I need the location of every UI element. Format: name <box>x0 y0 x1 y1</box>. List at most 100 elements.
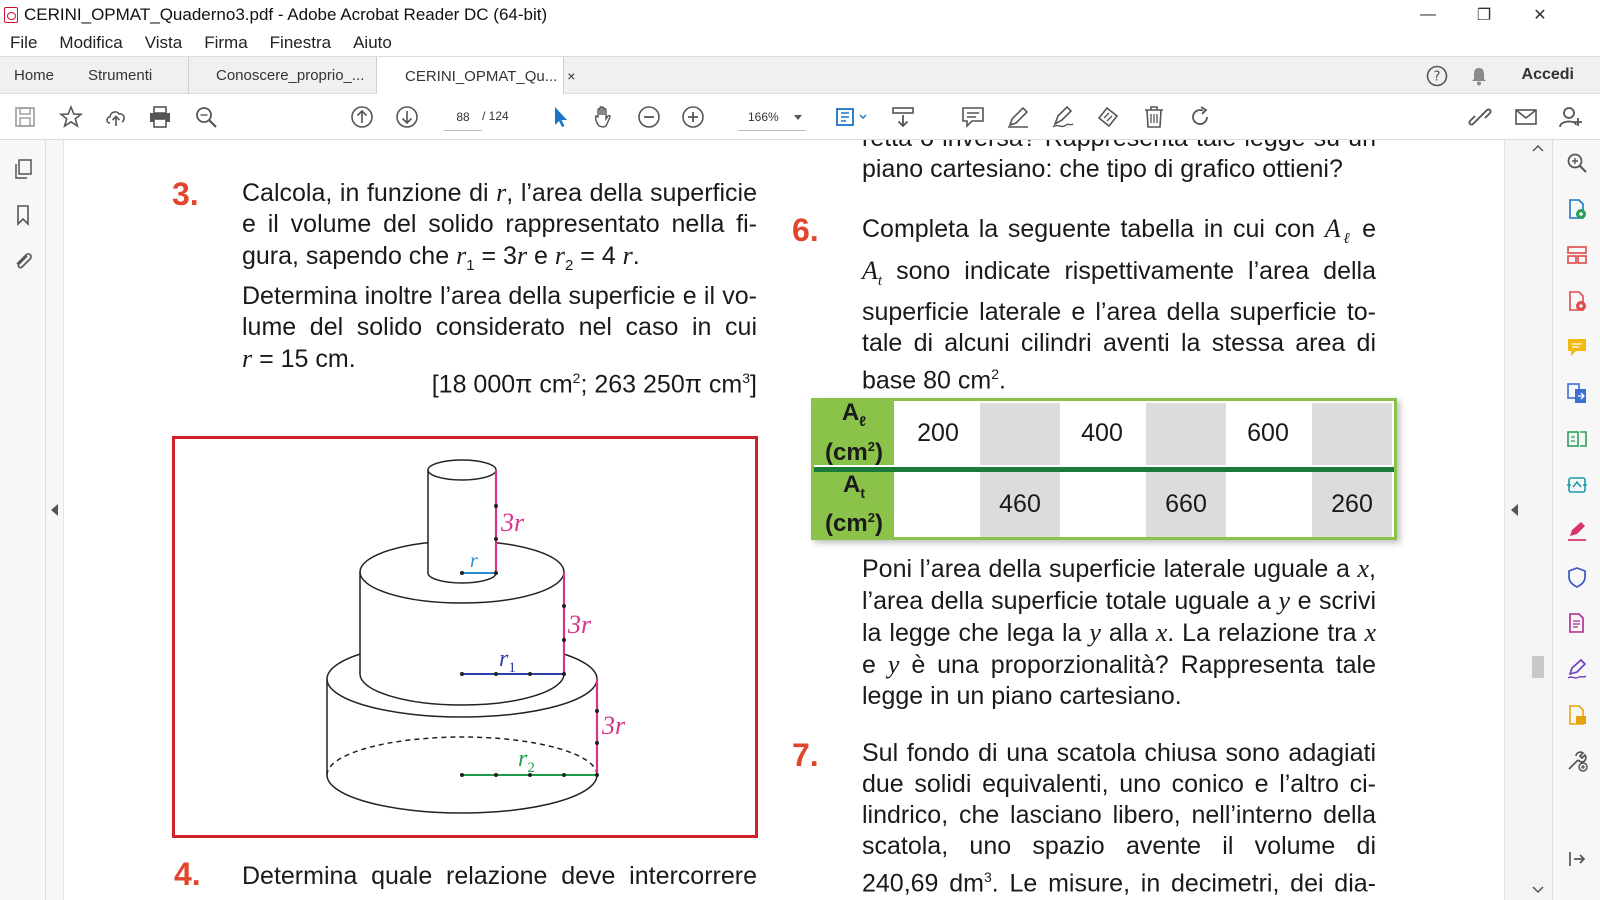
notifications-bell-icon[interactable] <box>1468 65 1490 87</box>
collapse-right-arrow-icon[interactable] <box>1511 504 1519 516</box>
label-top-3r: 3r <box>500 508 525 537</box>
hand-tool-icon[interactable] <box>591 104 617 130</box>
top-cylinder <box>427 459 497 584</box>
pdf-app-icon <box>4 7 18 23</box>
ex6-line-3: superficie laterale e l’area della super… <box>862 298 1376 326</box>
ex6-line-5: base 80 cm2. <box>862 366 1006 395</box>
left-navigation-panel <box>0 140 46 900</box>
send-for-comments-icon[interactable] <box>1566 704 1588 726</box>
delete-trash-icon[interactable] <box>1141 104 1167 130</box>
exercise-7-number: 7. <box>792 737 819 773</box>
bookmark-star-icon[interactable] <box>58 104 84 130</box>
tab-document-2[interactable]: CERINI_OPMAT_Qu... × <box>376 57 575 95</box>
zoom-out-icon[interactable] <box>636 104 662 130</box>
help-icon[interactable]: ? <box>1426 65 1448 87</box>
menu-file[interactable]: File <box>10 33 37 53</box>
ex3-line-2: e il volume del solido rappresentato nel… <box>242 210 757 238</box>
table-r1-c6 <box>1312 403 1392 465</box>
zoom-search-icon[interactable] <box>1566 152 1588 174</box>
tab-document-1-label: Conoscere_proprio_... <box>216 67 365 84</box>
ex7-line-2: due solidi equivalenti, uno conico e l’a… <box>862 770 1376 798</box>
toolbar: 88 / 124 166% <box>0 94 1600 140</box>
page-thumbnails-icon[interactable] <box>12 158 34 180</box>
zoom-level-dropdown[interactable]: 166% <box>738 103 806 131</box>
search-zoom-icon[interactable] <box>193 104 219 130</box>
more-tools-icon[interactable] <box>1566 750 1588 772</box>
share-link-icon[interactable] <box>1467 104 1493 130</box>
bookmarks-panel-icon[interactable] <box>12 204 34 226</box>
edit-pdf-icon[interactable] <box>1566 428 1588 450</box>
organize-pages-icon[interactable] <box>1566 244 1588 266</box>
ex6-after-line-3: la legge che lega la y alla x. La relazi… <box>862 618 1377 647</box>
scrolling-mode-icon[interactable] <box>890 104 916 130</box>
scroll-up-arrow-icon[interactable] <box>1532 144 1544 152</box>
tab-document-1[interactable]: Conoscere_proprio_... <box>188 57 376 94</box>
right-panel-toggle[interactable] <box>1504 140 1524 900</box>
document-page[interactable]: 3. Calcola, in funzione di r, l’area del… <box>64 140 1504 900</box>
sign-in-button[interactable]: Accedi <box>1522 66 1574 84</box>
menu-bar: File Modifica Vista Firma Finestra Aiuto <box>0 30 1600 56</box>
menu-aiuto[interactable]: Aiuto <box>353 33 392 53</box>
scroll-down-arrow-icon[interactable] <box>1532 886 1544 894</box>
ex7-line-5: 240,69 dm3. Le misure, in decimetri, dei… <box>862 869 1376 898</box>
table-header-at: At (cm2) <box>814 471 894 537</box>
attachments-paperclip-icon[interactable] <box>12 250 34 272</box>
upload-cloud-icon[interactable] <box>103 104 129 130</box>
highlight-pen-icon[interactable] <box>1005 104 1031 130</box>
tab-bar: Home Strumenti Conoscere_proprio_... CER… <box>0 56 1600 95</box>
page-number-input[interactable]: 88 <box>444 103 482 131</box>
vertical-scrollbar[interactable] <box>1524 140 1552 900</box>
next-page-icon[interactable] <box>394 104 420 130</box>
table-r2-c2: 460 <box>980 472 1060 537</box>
scrollbar-thumb[interactable] <box>1532 656 1544 678</box>
label-bottom-3r: 3r <box>601 711 626 740</box>
save-icon[interactable] <box>12 104 38 130</box>
comment-icon[interactable] <box>960 104 986 130</box>
collapse-left-arrow-icon[interactable] <box>51 504 59 516</box>
ex6-after-line-5: legge in un piano cartesiano. <box>862 682 1182 710</box>
select-cursor-icon[interactable] <box>548 104 574 130</box>
label-r: r <box>470 550 478 572</box>
ex3-line-4: Determina inoltre l’area della superfici… <box>242 282 757 310</box>
left-panel-toggle[interactable] <box>46 140 64 900</box>
menu-vista[interactable]: Vista <box>145 33 183 53</box>
maximize-button[interactable]: ❐ <box>1456 0 1512 30</box>
prev-ex-line-2: piano cartesiano: che tipo di grafico ot… <box>862 155 1343 183</box>
ex6-line-2: At sono indicate rispettivamente l’area … <box>862 256 1376 289</box>
zoom-in-icon[interactable] <box>680 104 706 130</box>
close-window-button[interactable]: ✕ <box>1512 0 1568 30</box>
menu-modifica[interactable]: Modifica <box>59 33 122 53</box>
request-signature-icon[interactable] <box>1566 658 1588 680</box>
menu-finestra[interactable]: Finestra <box>270 33 331 53</box>
expand-panel-icon[interactable] <box>1566 848 1588 870</box>
total-pages: / 124 <box>482 109 509 123</box>
combine-files-icon[interactable] <box>1566 382 1588 404</box>
create-pdf-icon[interactable] <box>1566 290 1588 312</box>
table-r1-c4 <box>1146 403 1226 465</box>
prev-ex-line-1: retta o inversa? Rappresenta tale legge … <box>862 140 1376 154</box>
stamp-icon[interactable] <box>1095 104 1121 130</box>
rotate-icon[interactable] <box>1187 104 1213 130</box>
menu-firma[interactable]: Firma <box>204 33 247 53</box>
right-tools-panel <box>1552 140 1600 900</box>
add-user-icon[interactable] <box>1558 104 1584 130</box>
clipped-answer-text <box>596 140 760 146</box>
tab-home[interactable]: Home <box>14 57 54 94</box>
tab-tools[interactable]: Strumenti <box>88 57 152 94</box>
close-tab-icon[interactable]: × <box>567 68 575 84</box>
svg-text:?: ? <box>1434 70 1441 85</box>
email-icon[interactable] <box>1513 104 1539 130</box>
prepare-form-icon[interactable] <box>1566 612 1588 634</box>
export-pdf-icon[interactable] <box>1566 198 1588 220</box>
print-icon[interactable] <box>147 104 173 130</box>
previous-page-icon[interactable] <box>349 104 375 130</box>
draw-sign-icon[interactable] <box>1050 104 1076 130</box>
ex7-line-1: Sul fondo di una scatola chiusa sono ada… <box>862 739 1376 767</box>
comment-tool-icon[interactable] <box>1566 336 1588 358</box>
page-fit-icon[interactable] <box>832 104 868 130</box>
minimize-button[interactable]: — <box>1400 0 1456 30</box>
fill-sign-icon[interactable] <box>1566 520 1588 542</box>
ex3-line-3: gura, sapendo che r1 = 3r e r2 = 4 r. <box>242 241 640 274</box>
protect-shield-icon[interactable] <box>1566 566 1588 588</box>
scan-enhance-icon[interactable] <box>1566 474 1588 496</box>
